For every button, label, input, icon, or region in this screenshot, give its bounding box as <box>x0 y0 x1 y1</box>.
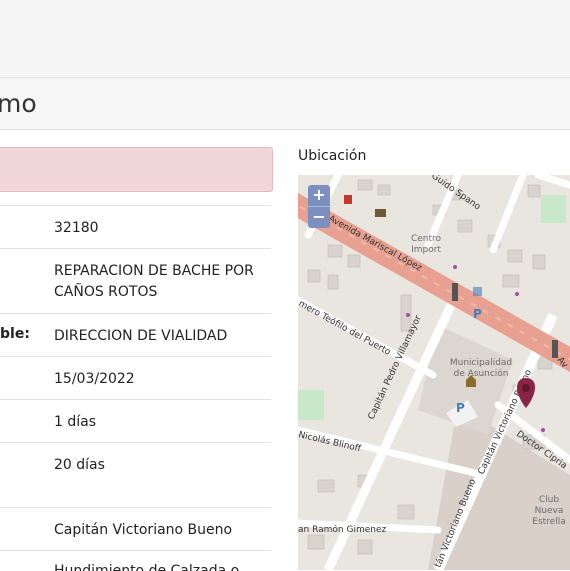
table-row: Capitán Victoriano Bueno <box>0 507 271 551</box>
row-value: 1 días <box>54 414 97 430</box>
table-row: 1 días <box>0 399 271 443</box>
row-label: ble: <box>0 326 30 342</box>
traffic-light-icon <box>452 283 458 301</box>
traffic-light-icon <box>552 340 558 358</box>
page-header <box>0 78 570 130</box>
place-label-muni: Municipalidad <box>450 358 512 368</box>
row-value: REPARACION DE BACHE POR CAÑOS ROTOS <box>54 263 254 300</box>
row-value: Capitán Victoriano Bueno <box>54 522 233 538</box>
table-row: ble: DIRECCION DE VIALIDAD <box>0 313 271 357</box>
table-row: Hundimiento de Calzada o <box>0 550 271 571</box>
place-label-centro: Centro <box>411 234 442 244</box>
pharmacy-icon <box>344 195 352 204</box>
place-label-muni-2: de Asunción <box>453 368 508 379</box>
place-label-club-3: Estrella <box>532 517 565 527</box>
zoom-out-button[interactable]: − <box>308 206 330 228</box>
row-value: 20 días <box>54 457 105 473</box>
map-zoom-control: + − <box>308 185 330 228</box>
page-title: mo <box>0 89 37 118</box>
place-label-centro-2: Import <box>411 245 441 255</box>
parking-icon: P <box>456 401 465 415</box>
top-navigation-bar <box>0 0 570 78</box>
parking-icon: P <box>473 307 482 321</box>
street-label-gimenez: an Ramón Gimenez <box>298 524 387 535</box>
shop-icon <box>375 209 386 217</box>
place-label-club-2: Nueva <box>535 506 564 516</box>
table-row: 15/03/2022 <box>0 356 271 400</box>
location-map[interactable]: Avenida Mariscal López mero Teófilo del … <box>298 175 570 570</box>
alert-box <box>0 147 273 192</box>
place-label-club: Club <box>539 495 559 505</box>
map-tiles[interactable]: Avenida Mariscal López mero Teófilo del … <box>298 175 570 570</box>
row-value: 32180 <box>54 220 99 236</box>
green-area <box>541 195 566 223</box>
parking-icon <box>473 287 482 296</box>
row-value: 15/03/2022 <box>54 371 135 387</box>
table-row: 32180 <box>0 205 271 249</box>
zoom-in-button[interactable]: + <box>308 185 330 206</box>
row-value: DIRECCION DE VIALIDAD <box>54 328 228 344</box>
table-row: REPARACION DE BACHE POR CAÑOS ROTOS <box>0 248 271 314</box>
table-row: 20 días <box>0 442 271 508</box>
green-area <box>298 390 324 420</box>
map-label: Ubicación <box>298 148 367 164</box>
